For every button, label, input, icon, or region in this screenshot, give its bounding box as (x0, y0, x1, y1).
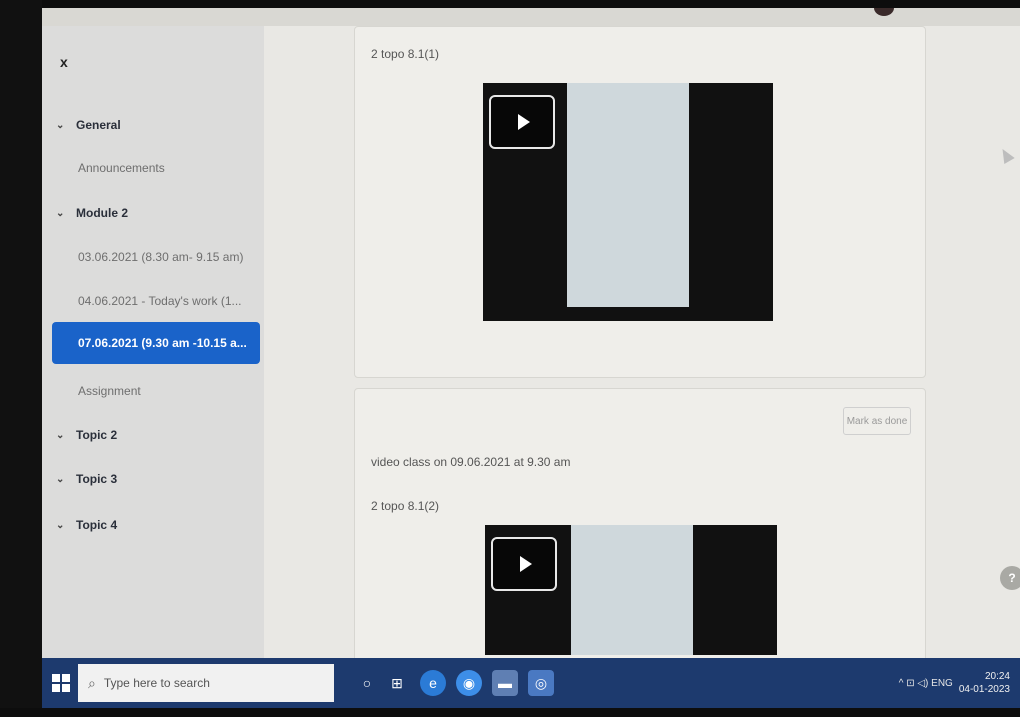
system-tray: ^ ⊡ ◁) ENG 20:24 04-01-2023 (899, 668, 1010, 698)
sidebar-item-topic-3[interactable]: ⌄ Topic 3 (56, 464, 256, 494)
windows-start-icon[interactable] (52, 674, 70, 692)
activity-card: Mark as done video class on 09.06.2021 a… (354, 388, 926, 658)
sidebar-item-general[interactable]: ⌄ General (56, 110, 256, 140)
browser-topbar (42, 8, 1020, 27)
clock-time: 20:24 (984, 671, 1010, 682)
video-title: 2 topo 8.1(2) (371, 499, 440, 513)
sidebar-item-topic-2[interactable]: ⌄ Topic 2 (56, 420, 256, 450)
search-icon: ⌕ (88, 674, 96, 691)
help-button[interactable]: ? (1000, 566, 1020, 590)
sidebar-item-label: Topic 3 (76, 472, 118, 486)
chrome-browser-icon[interactable]: ◉ (456, 670, 482, 696)
sidebar-item-04-06-2021[interactable]: 04.06.2021 - Today's work (1... (78, 286, 278, 316)
sidebar-item-label: General (76, 118, 121, 132)
chevron-down-icon: ⌄ (56, 519, 65, 531)
browser-screen: x ⌄ General Announcements ⌄ Module 2 03.06… (42, 8, 1020, 658)
monitor-bezel-bottom (0, 708, 1020, 717)
task-view-icon[interactable]: ⊞ (384, 670, 410, 696)
chevron-down-icon: ⌄ (56, 207, 65, 219)
chevron-down-icon: ⌄ (56, 429, 65, 441)
sidebar-item-module-2[interactable]: ⌄ Module 2 (56, 198, 256, 228)
play-icon (520, 556, 532, 572)
file-explorer-icon[interactable]: ▬ (492, 670, 518, 696)
play-icon (518, 114, 530, 130)
play-button[interactable] (489, 95, 555, 149)
tray-icons[interactable]: ^ ⊡ ◁) ENG (899, 678, 953, 689)
chrome-active-icon[interactable]: ◎ (528, 670, 554, 696)
clock-date: 04-01-2023 (958, 684, 1010, 695)
course-sidebar: x ⌄ General Announcements ⌄ Module 2 03.06… (42, 26, 264, 658)
sidebar-item-label: Topic 2 (76, 428, 118, 442)
cortana-icon[interactable]: ○ (354, 670, 380, 696)
sidebar-item-announcements[interactable]: Announcements (78, 153, 278, 183)
sidebar-item-label: Module 2 (76, 206, 129, 220)
clock[interactable]: 20:24 04-01-2023 (959, 670, 1010, 696)
whiteboard-frame (567, 83, 689, 307)
taskbar-search-input[interactable]: ⌕ Type here to search (78, 664, 334, 702)
video-player[interactable] (485, 525, 777, 655)
video-player[interactable] (483, 83, 773, 321)
course-content: 2 topo 8.1(1) Mark as done video class o… (264, 26, 1020, 658)
windows-taskbar: ⌕ Type here to search ○ ⊞ e ◉ ▬ ◎ ^ ⊡ ◁)… (42, 658, 1020, 708)
close-sidebar-icon[interactable]: x (60, 54, 68, 70)
mark-as-done-button[interactable]: Mark as done (843, 407, 911, 435)
sidebar-item-07-06-2021[interactable]: 07.06.2021 (9.30 am -10.15 a... (52, 322, 260, 364)
video-description: video class on 09.06.2021 at 9.30 am (371, 455, 571, 469)
search-placeholder: Type here to search (103, 676, 210, 690)
edge-browser-icon[interactable]: e (420, 670, 446, 696)
monitor-bezel (0, 0, 42, 717)
profile-avatar[interactable] (874, 8, 894, 16)
chevron-down-icon: ⌄ (56, 119, 65, 131)
sidebar-item-label: Topic 4 (76, 518, 118, 532)
chevron-down-icon: ⌄ (56, 473, 65, 485)
video-title: 2 topo 8.1(1) (371, 47, 440, 61)
sidebar-item-03-06-2021[interactable]: 03.06.2021 (8.30 am- 9.15 am) (78, 242, 278, 272)
sidebar-item-assignment[interactable]: Assignment (78, 376, 278, 406)
whiteboard-frame (571, 525, 693, 655)
activity-card: 2 topo 8.1(1) (354, 26, 926, 378)
play-button[interactable] (491, 537, 557, 591)
sidebar-item-topic-4[interactable]: ⌄ Topic 4 (56, 510, 256, 540)
